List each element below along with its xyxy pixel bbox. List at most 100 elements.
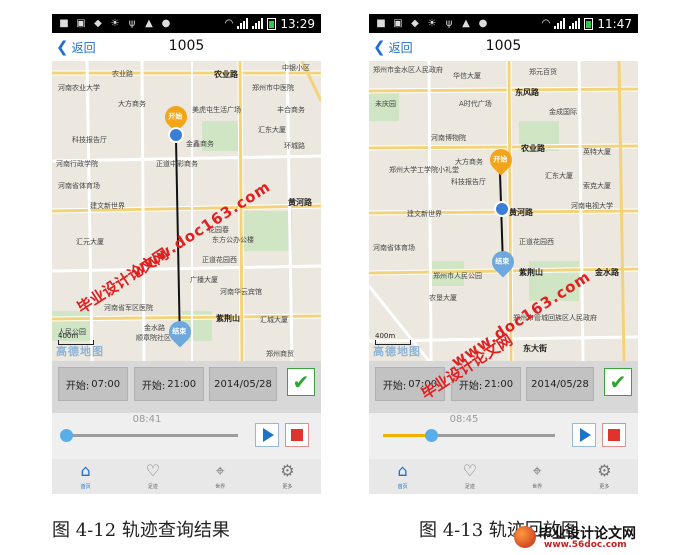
map-label: 河南博物院: [431, 134, 466, 142]
current-position-marker[interactable]: [168, 127, 184, 143]
map-label: 河南行政学院: [56, 160, 98, 168]
map-label: 郑州市人民公园: [433, 272, 482, 280]
check-icon: ✔: [609, 370, 627, 394]
map-label: 河南省体育场: [58, 182, 100, 190]
notification-icon: ■: [59, 18, 69, 29]
map-label: 金鑫商务: [186, 140, 214, 148]
playback-slider-knob[interactable]: [60, 429, 73, 442]
nav-label: 更多: [282, 484, 293, 490]
stop-button[interactable]: [602, 423, 626, 447]
nav-item-world[interactable]: ⌖ 世界: [504, 459, 571, 494]
sun-icon: ☀: [110, 18, 120, 29]
start-time-value: 07:00: [91, 378, 121, 390]
signal-icon: [252, 18, 264, 29]
playback-slider[interactable]: [383, 429, 555, 442]
map-view[interactable]: 郑州市金水区人民政府 华信大厦 郑元百货 东风路 未庆园 A时代广场 金成国际 …: [369, 61, 638, 361]
bottom-nav: ⌂ 首页 ♡ 足迹 ⌖ 世界 ⚙ 更多: [369, 459, 638, 494]
home-icon: ⌂: [397, 461, 408, 480]
page-title: 1005: [168, 38, 205, 54]
map-label: 华信大厦: [453, 72, 481, 80]
start-pin-label: 开始: [493, 155, 508, 164]
map-label: 正道花园西: [519, 238, 554, 246]
notification-icons: ■ ▣ ◆ ☀ ψ ▲ ●: [369, 18, 489, 29]
battery-icon: [267, 17, 277, 30]
map-label: A时代广场: [459, 100, 492, 108]
nav-item-footprint[interactable]: ♡ 足迹: [436, 459, 503, 494]
wifi-icon: ◠: [224, 18, 234, 29]
end-time-label: 开始:: [141, 380, 166, 392]
app-icon: ●: [478, 18, 488, 29]
heart-icon: ♡: [145, 461, 161, 480]
date-value: 2014/05/28: [531, 378, 589, 390]
map-label: 紫荆山: [519, 268, 543, 277]
map-label: 郑元百货: [529, 68, 557, 76]
nav-item-footprint[interactable]: ♡ 足迹: [119, 459, 186, 494]
map-label: 正道花园西: [202, 256, 237, 264]
map-label: 大方商务: [118, 100, 146, 108]
playback-slider[interactable]: [60, 429, 238, 442]
map-label: 环城路: [284, 142, 305, 150]
map-brand-logo: 高德地图: [373, 345, 421, 358]
map-label: 郑州市管城回族区人民政府: [513, 314, 597, 322]
play-button[interactable]: [255, 423, 279, 447]
notification-icon: ■: [376, 18, 386, 29]
nav-item-world[interactable]: ⌖ 世界: [187, 459, 254, 494]
map-label: 农垦大厦: [429, 294, 457, 302]
end-time-label: 开始:: [458, 380, 483, 392]
map-label: 河南农业大学: [58, 84, 100, 92]
playback-panel: 08:41: [52, 413, 321, 459]
confirm-button[interactable]: ✔: [604, 368, 632, 396]
scale-label: 400m: [375, 332, 396, 340]
playback-time: 08:45: [449, 414, 479, 425]
map-label: 河南省体育场: [373, 244, 415, 252]
site-logo: 毕业设计论文网 www.56doc.com: [510, 523, 674, 555]
map-label: 东方公办公楼: [212, 236, 254, 244]
nav-label: 首页: [80, 484, 91, 490]
scale-label: 400m: [58, 332, 79, 340]
map-label: 河南电视大学: [571, 202, 613, 210]
map-label: 郑州商贸: [266, 350, 294, 358]
map-label: 郑州市金水区人民政府: [373, 66, 443, 74]
start-time-picker[interactable]: 开始: 07:00: [375, 367, 445, 401]
map-label: 农业路: [112, 70, 133, 78]
end-time-picker[interactable]: 开始: 21:00: [134, 367, 204, 401]
status-bar: ■ ▣ ◆ ☀ ψ ▲ ● ◠ 13:29: [52, 14, 321, 33]
map-label: 金水路: [595, 268, 619, 277]
logo-url: www.56doc.com: [544, 540, 627, 550]
nav-item-more[interactable]: ⚙ 更多: [254, 459, 321, 494]
map-label: 紫荆山: [216, 314, 240, 323]
start-time-picker[interactable]: 开始: 07:00: [58, 367, 128, 401]
playback-progress-fill: [383, 434, 432, 437]
figure-caption: 图 4-12 轨迹查询结果: [52, 520, 230, 541]
signal-icon: [237, 18, 249, 29]
map-label: 科技报告厅: [72, 136, 107, 144]
map-view[interactable]: 农业路 河南农业大学 农业路 中银小区 大方商务 郑州市中医院 美虎屯生活广场 …: [52, 61, 321, 361]
map-label: 美虎屯生活广场: [192, 106, 241, 114]
playback-slider-knob[interactable]: [425, 429, 439, 442]
sun-icon: ☀: [427, 18, 437, 29]
home-icon: ⌂: [80, 461, 91, 480]
stop-button[interactable]: [285, 423, 309, 447]
date-picker[interactable]: 2014/05/28: [209, 367, 277, 401]
nav-label: 更多: [599, 484, 610, 490]
start-time-value: 07:00: [408, 378, 438, 390]
current-position-marker[interactable]: [494, 201, 510, 217]
map-label: 中银小区: [282, 64, 310, 72]
map-label: 建文新世界: [407, 210, 442, 218]
date-value: 2014/05/28: [214, 378, 272, 390]
nav-item-more[interactable]: ⚙ 更多: [571, 459, 638, 494]
end-time-picker[interactable]: 开始: 21:00: [451, 367, 521, 401]
map-label: 东大街: [523, 344, 547, 353]
query-controls: 开始: 07:00 开始: 21:00 2014/05/28 ✔: [369, 361, 638, 413]
nav-item-home[interactable]: ⌂ 首页: [52, 459, 119, 494]
start-time-label: 开始:: [382, 380, 407, 392]
confirm-button[interactable]: ✔: [287, 368, 315, 396]
app-icon: ◆: [411, 18, 419, 29]
map-label: 金成国际: [549, 108, 577, 116]
nav-item-home[interactable]: ⌂ 首页: [369, 459, 436, 494]
end-pin-label: 结束: [495, 257, 510, 266]
clock: 13:29: [280, 16, 315, 31]
app-icon: ●: [161, 18, 171, 29]
date-picker[interactable]: 2014/05/28: [526, 367, 594, 401]
play-button[interactable]: [572, 423, 596, 447]
